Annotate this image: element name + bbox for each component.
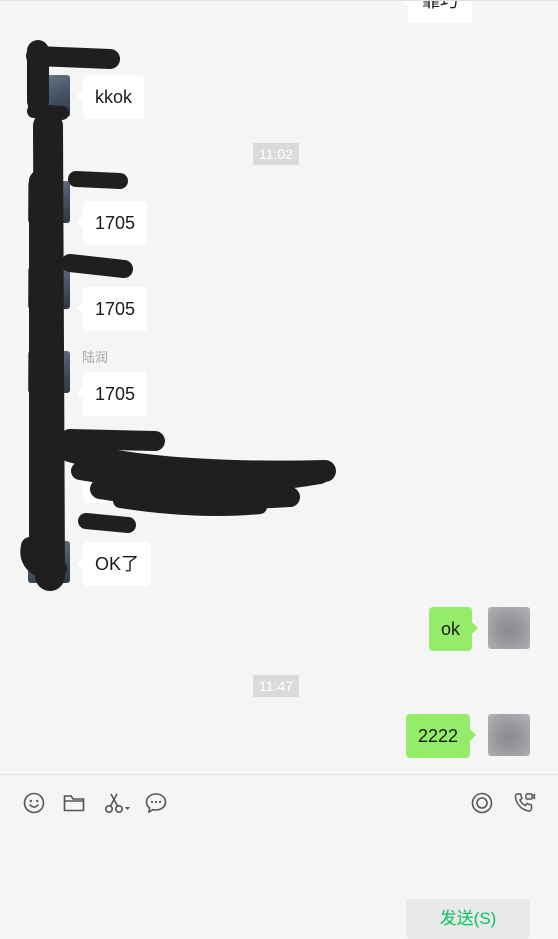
video-call-icon[interactable]	[512, 791, 536, 815]
my-avatar[interactable]	[488, 714, 530, 756]
message-bubble-incoming[interactable]: kkok	[76, 75, 145, 119]
send-button[interactable]: 发送(S)	[406, 899, 530, 939]
message-bubble-outgoing[interactable]: 靠巧	[402, 0, 472, 23]
message-input[interactable]	[18, 825, 538, 889]
message-text: 1705	[95, 299, 136, 319]
avatar[interactable]	[28, 351, 70, 393]
avatar[interactable]	[28, 267, 70, 309]
message-text: kkok	[95, 87, 133, 107]
chat-bubble-icon[interactable]	[144, 791, 168, 815]
emoji-icon[interactable]	[22, 791, 46, 815]
chat-history[interactable]: 靠巧 kkok 11:02 1705 1705 陆润 1705 OK了 ok 1…	[0, 0, 558, 775]
message-text: ok	[441, 619, 461, 639]
my-avatar[interactable]	[488, 607, 530, 649]
scissors-icon[interactable]	[103, 791, 133, 815]
live-icon[interactable]	[470, 791, 494, 815]
timestamp: 11:02	[253, 143, 299, 165]
message-text: 1705	[95, 213, 136, 233]
message-text: 1705	[95, 384, 136, 404]
avatar[interactable]	[28, 181, 70, 223]
message-bubble-outgoing[interactable]: 2222	[406, 714, 477, 758]
sender-name: 陆润	[82, 350, 109, 365]
message-bubble-incoming[interactable]: 1705	[76, 372, 148, 416]
message-text: 2222	[418, 726, 459, 746]
message-bubble-outgoing[interactable]: ok	[429, 607, 479, 651]
avatar[interactable]	[28, 541, 70, 583]
avatar[interactable]	[28, 75, 70, 117]
input-toolbar: 发送(S)	[0, 774, 558, 939]
folder-icon[interactable]	[62, 791, 86, 815]
timestamp: 11:47	[253, 675, 299, 697]
message-text: 靠巧	[422, 0, 458, 11]
message-bubble-incoming[interactable]: OK了	[76, 542, 152, 586]
message-bubble-incoming[interactable]: 1705	[76, 287, 148, 331]
message-bubble-incoming-obscured[interactable]	[77, 459, 263, 503]
message-bubble-incoming[interactable]: 1705	[76, 201, 148, 245]
message-text: OK了	[95, 554, 140, 574]
